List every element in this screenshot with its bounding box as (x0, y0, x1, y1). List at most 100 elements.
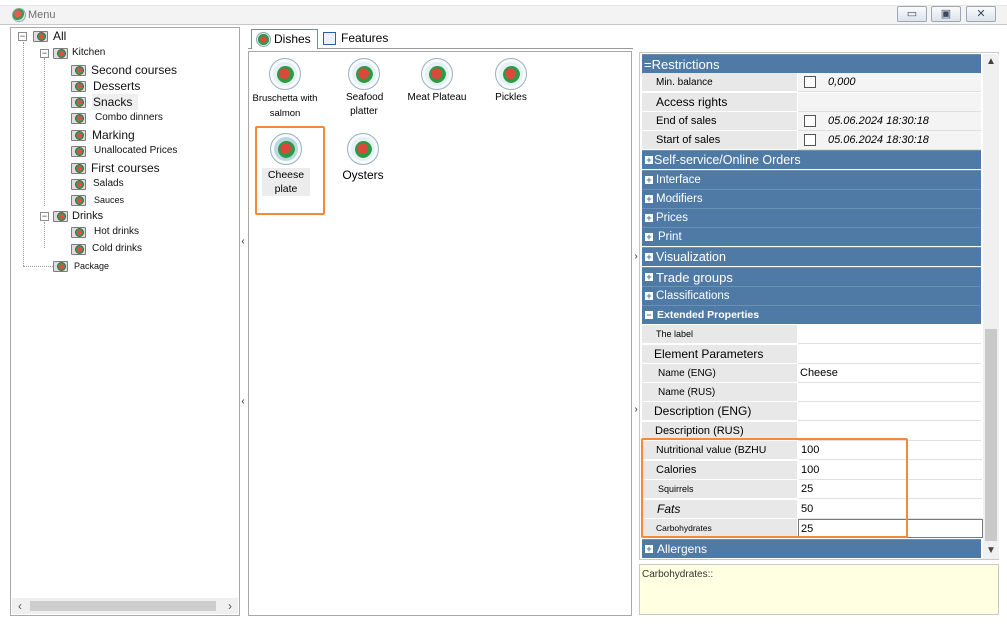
property-value[interactable] (798, 402, 981, 421)
category-self-service[interactable]: + Self-service/Online Orders (642, 150, 981, 169)
scroll-thumb[interactable] (985, 329, 997, 541)
dish-plate-icon (421, 58, 453, 90)
scroll-up-icon[interactable]: ▲ (983, 54, 999, 70)
property-row[interactable]: Description (ENG) (642, 402, 981, 421)
checkbox[interactable] (804, 76, 816, 88)
category-title: Restrictions (651, 57, 720, 72)
category-print[interactable]: + Print (642, 227, 981, 246)
tree-line (44, 58, 45, 206)
collapse-left-icon[interactable]: ‹ (239, 392, 247, 412)
tree-label: Package (74, 261, 110, 271)
category-title: Interface (656, 174, 701, 186)
expand-icon[interactable]: + (645, 195, 653, 204)
category-title: Prices (656, 212, 688, 224)
expand-icon[interactable]: + (645, 233, 653, 242)
property-row[interactable]: Element Parameters (642, 345, 981, 364)
expand-icon[interactable]: + (645, 292, 653, 301)
category-restrictions[interactable]: =Restrictions (642, 54, 981, 73)
collapse-icon[interactable]: − (40, 49, 49, 58)
property-row[interactable]: Access rights (642, 93, 981, 112)
scroll-left-icon[interactable]: ‹ (12, 598, 28, 614)
property-row[interactable]: The label (642, 325, 981, 344)
category-extended-properties[interactable]: − Extended Properties (642, 305, 981, 324)
dish-name: Bruschetta with salmon (252, 93, 318, 119)
home-icon (33, 29, 49, 42)
dish-item[interactable]: Bruschetta with salmon (245, 54, 325, 122)
dish-item[interactable]: Seafood platter (324, 54, 404, 122)
dish-item[interactable]: Meat Plateau (397, 54, 477, 122)
property-value[interactable]: Cheese (798, 364, 981, 383)
folder-icon (71, 161, 87, 174)
checkbox[interactable] (804, 134, 816, 146)
collapse-icon[interactable]: − (18, 32, 27, 41)
collapse-left-icon[interactable]: ‹ (239, 232, 247, 252)
tree-line (23, 266, 53, 267)
scroll-thumb[interactable] (30, 601, 216, 611)
value-text: 05.06.2024 18:30:18 (828, 134, 929, 146)
category-title: Allergens (657, 542, 708, 556)
dish-item[interactable]: Oysters (323, 129, 403, 197)
category-allergens[interactable]: + Allergens (642, 539, 981, 558)
category-interface[interactable]: + Interface (642, 170, 981, 189)
tree-label-drinks: Drinks (72, 210, 104, 222)
property-name: Description (ENG) (642, 402, 797, 421)
tree-label: Hot drinks (94, 226, 140, 237)
close-button[interactable]: ✕ (966, 6, 996, 22)
tab-features[interactable]: Features (319, 29, 391, 49)
checkbox[interactable] (804, 115, 816, 127)
property-row[interactable]: Name (RUS) (642, 383, 981, 402)
category-prices[interactable]: + Prices (642, 208, 981, 227)
folder-icon (71, 111, 87, 124)
property-value[interactable] (798, 345, 981, 364)
dish-name: Pickles (495, 92, 527, 103)
category-title: Trade groups (656, 270, 733, 285)
category-visualization[interactable]: + Visualization (642, 247, 981, 266)
dish-item[interactable]: Pickles (471, 54, 551, 122)
expand-icon[interactable]: + (645, 214, 653, 223)
property-name: Min. balance (642, 73, 797, 92)
minimize-button[interactable]: ▭ (897, 6, 927, 22)
category-trade-groups[interactable]: + Trade groups (642, 267, 981, 286)
tree-horizontal-scrollbar[interactable]: ‹ › (12, 598, 238, 614)
folder-icon (71, 242, 87, 255)
property-value[interactable]: 05.06.2024 18:30:18 (798, 112, 981, 131)
category-classifications[interactable]: + Classifications (642, 286, 981, 305)
category-title: Classifications (656, 290, 730, 302)
title-bar: Menu ▭ ▣ ✕ (0, 6, 1007, 25)
category-tree[interactable]: − All − Kitchen Second courses Desserts … (10, 27, 240, 616)
property-value[interactable] (798, 325, 981, 344)
folder-icon (71, 193, 87, 206)
window-title: Menu (28, 9, 56, 21)
property-value[interactable]: 05.06.2024 18:30:18 (798, 131, 981, 150)
collapse-icon[interactable]: − (40, 212, 49, 221)
folder-icon (71, 144, 87, 157)
expand-icon[interactable]: + (645, 176, 653, 185)
property-row[interactable]: Name (ENG) Cheese (642, 364, 981, 383)
dish-plate-icon (495, 58, 527, 90)
property-value[interactable] (798, 383, 981, 402)
collapse-icon[interactable]: − (645, 311, 653, 320)
expand-icon[interactable]: + (645, 545, 653, 554)
tree-root-label: All (53, 29, 67, 43)
restore-button[interactable]: ▣ (931, 6, 961, 22)
property-value[interactable] (798, 93, 981, 112)
category-modifiers[interactable]: + Modifiers (642, 189, 981, 208)
property-name: Start of sales (642, 131, 797, 150)
property-row[interactable]: Min. balance 0,000 (642, 73, 981, 92)
tree-label: Unallocated Prices (94, 145, 178, 156)
scroll-down-icon[interactable]: ▼ (983, 543, 999, 559)
expand-icon[interactable]: + (645, 253, 653, 262)
dish-plate-icon (347, 133, 379, 165)
dish-name: Meat Plateau (407, 92, 467, 103)
property-name: End of sales (642, 112, 797, 131)
properties-vertical-scrollbar[interactable]: ▲ ▼ (983, 54, 999, 559)
property-row[interactable]: End of sales 05.06.2024 18:30:18 (642, 112, 981, 131)
property-row[interactable]: Start of sales 05.06.2024 18:30:18 (642, 131, 981, 150)
expand-icon[interactable]: + (645, 156, 653, 165)
tab-dishes[interactable]: Dishes (251, 29, 318, 49)
scroll-right-icon[interactable]: › (222, 598, 238, 614)
folder-icon (71, 79, 87, 92)
expand-icon[interactable]: + (645, 273, 653, 282)
property-value[interactable]: 0,000 (798, 73, 981, 92)
tab-label: Features (341, 31, 389, 45)
